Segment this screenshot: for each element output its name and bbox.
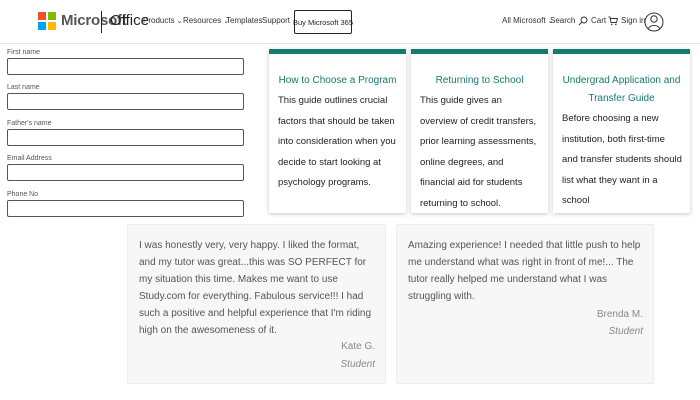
guide-card[interactable]: Undergrad Application and Transfer Guide… (553, 49, 690, 213)
logo-square-red (38, 12, 46, 20)
nav-templates[interactable]: Templates (226, 16, 262, 25)
search-label: Search (550, 16, 576, 26)
fathers-name-input[interactable] (7, 129, 244, 146)
nav-resources[interactable]: Resources ⌄ (183, 16, 229, 25)
guide-card-title[interactable]: Undergrad Application and Transfer Guide (553, 72, 690, 108)
search-icon (578, 16, 588, 26)
email-address-field: Email Address (7, 155, 245, 181)
phone-no-field: Phone No (7, 191, 245, 217)
microsoft-logo-icon[interactable] (38, 12, 56, 30)
testimonial-quote: Amazing experience! I needed that little… (408, 240, 641, 302)
last-name-input[interactable] (7, 93, 244, 110)
phone-no-label: Phone No (7, 191, 39, 198)
account-avatar-icon[interactable] (644, 10, 664, 34)
testimonial-card: Amazing experience! I needed that little… (396, 224, 654, 384)
nav-products[interactable]: Products ⌄ (143, 16, 182, 25)
guide-card-title[interactable]: Returning to School (411, 72, 548, 90)
guide-card[interactable]: How to Choose a Program This guide outli… (269, 49, 406, 213)
cart-label: Cart (591, 16, 607, 26)
guide-card[interactable]: Returning to School This guide gives an … (411, 49, 548, 213)
email-address-input[interactable] (7, 164, 244, 181)
all-microsoft-menu[interactable]: All Microsoft ⌄ (502, 16, 553, 25)
cart-icon (608, 16, 619, 26)
guide-card-body: This guide outlines crucial factors that… (278, 95, 396, 188)
buy-microsoft-365-button[interactable]: Buy Microsoft 365 (293, 10, 353, 34)
nav-support[interactable]: Support (262, 16, 290, 25)
testimonial-author: Brenda M. (596, 309, 643, 320)
last-name-label: Last name (7, 84, 40, 91)
chevron-down-icon: ⌄ (176, 18, 183, 25)
nav-resources-label: Resources (183, 16, 222, 25)
testimonial-role: Student (608, 326, 643, 337)
guide-card-body: Before choosing a new institution, both … (562, 113, 682, 206)
cart-button[interactable]: Cart (591, 16, 619, 26)
testimonial-card: I was honestly very, very happy. I liked… (127, 224, 386, 384)
logo-square-blue (38, 22, 46, 30)
testimonial-quote: I was honestly very, very happy. I liked… (139, 240, 372, 336)
phone-no-input[interactable] (7, 200, 244, 217)
fathers-name-field: Father's name (7, 120, 245, 146)
guide-card-body: This guide gives an overview of credit t… (420, 95, 537, 209)
nav-products-label: Products (143, 16, 175, 25)
first-name-label: First name (7, 49, 41, 56)
sign-in-link[interactable]: Sign in (621, 16, 645, 25)
brand-divider (101, 11, 102, 33)
email-address-label: Email Address (7, 155, 52, 162)
last-name-field: Last name (7, 84, 245, 110)
first-name-input[interactable] (7, 58, 244, 75)
all-microsoft-label: All Microsoft (502, 16, 546, 25)
first-name-field: First name (7, 49, 245, 75)
testimonial-author: Kate G. (341, 341, 375, 352)
testimonial-role: Student (340, 359, 375, 370)
guide-card-title[interactable]: How to Choose a Program (269, 72, 406, 90)
fathers-name-label: Father's name (7, 120, 52, 127)
logo-square-green (48, 12, 56, 20)
logo-square-yellow (48, 22, 56, 30)
search-button[interactable]: Search (550, 16, 588, 26)
site-header: Microsoft Office Products ⌄ Resources ⌄ Te… (0, 0, 700, 44)
